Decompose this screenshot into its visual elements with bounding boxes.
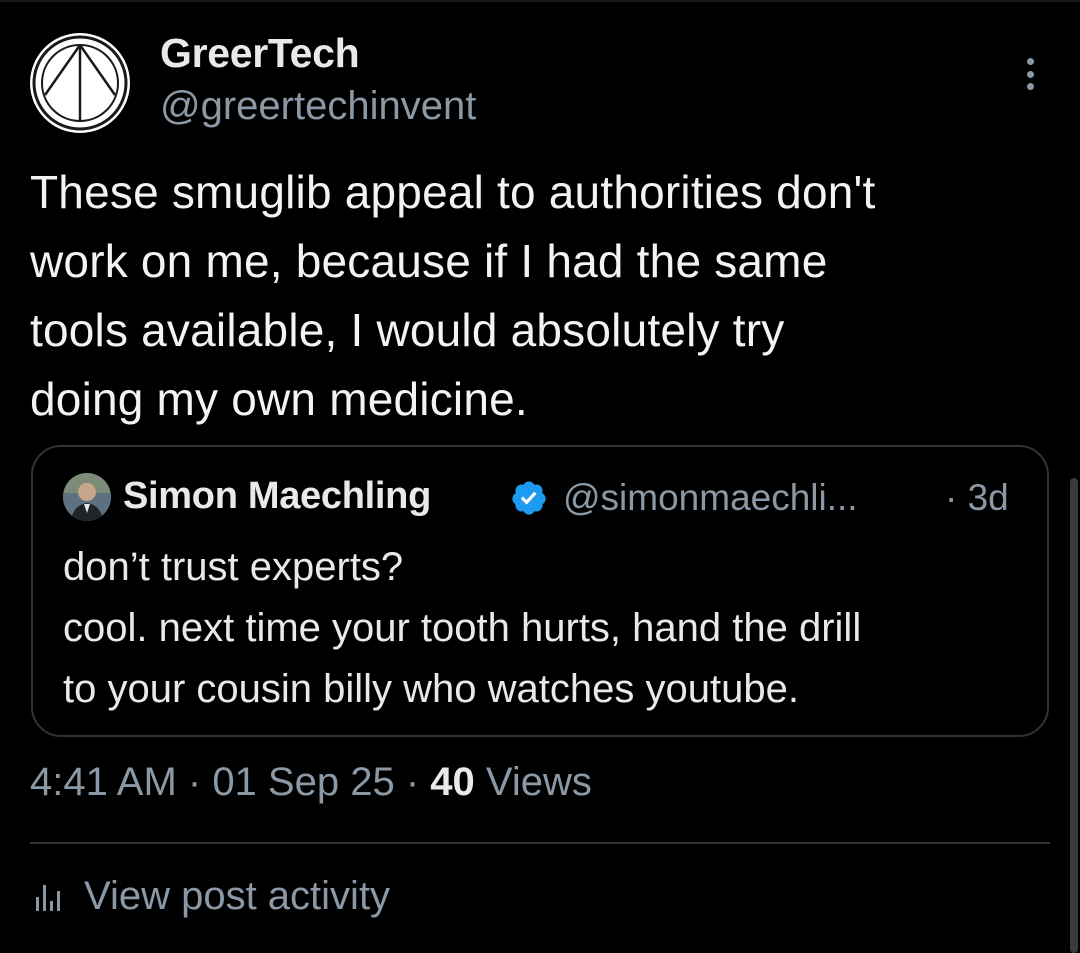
quoted-post-text: don’t trust experts? cool. next time you… — [63, 545, 862, 711]
post-text: These smuglib appeal to authorities don'… — [30, 166, 876, 425]
view-post-activity-button[interactable]: View post activity — [30, 874, 390, 919]
scrollbar[interactable] — [1070, 478, 1078, 953]
view-post-activity-label: View post activity — [84, 874, 391, 918]
post-time[interactable]: 4:41 AM — [30, 760, 177, 804]
divider — [30, 842, 1050, 844]
quoted-post-card[interactable]: Simon Maechling @simonmaechli... · 3d do… — [31, 445, 1049, 737]
post-date[interactable]: 01 Sep 25 — [212, 760, 394, 804]
quoted-author-handle[interactable]: @simonmaechli... — [563, 477, 858, 519]
top-divider — [0, 0, 1080, 2]
quoted-author-avatar[interactable] — [63, 473, 111, 521]
dot — [1026, 70, 1034, 78]
delta-glyph-logo-avatar — [32, 35, 128, 131]
dot — [1026, 83, 1034, 90]
views-count: 40 — [430, 760, 475, 804]
dot — [1026, 58, 1034, 65]
post-detail-view: GreerTech @greertechinvent These smuglib… — [0, 0, 1080, 953]
author-avatar[interactable] — [30, 33, 130, 133]
views-label: Views — [474, 760, 592, 804]
person-photo-icon — [63, 473, 111, 521]
author-handle[interactable]: @greertechinvent — [160, 84, 476, 129]
bar-chart-icon — [30, 877, 70, 917]
quoted-post-time: · 3d — [945, 477, 1009, 518]
post-meta: 4:41 AM · 01 Sep 25 · 40 Views — [30, 760, 592, 805]
separator: · — [176, 760, 213, 804]
quoted-author-name[interactable]: Simon Maechling — [123, 475, 431, 518]
separator: · — [394, 760, 431, 804]
verified-badge-icon — [510, 479, 548, 517]
more-vertical-icon[interactable] — [1014, 54, 1046, 94]
author-display-name[interactable]: GreerTech — [160, 30, 360, 77]
